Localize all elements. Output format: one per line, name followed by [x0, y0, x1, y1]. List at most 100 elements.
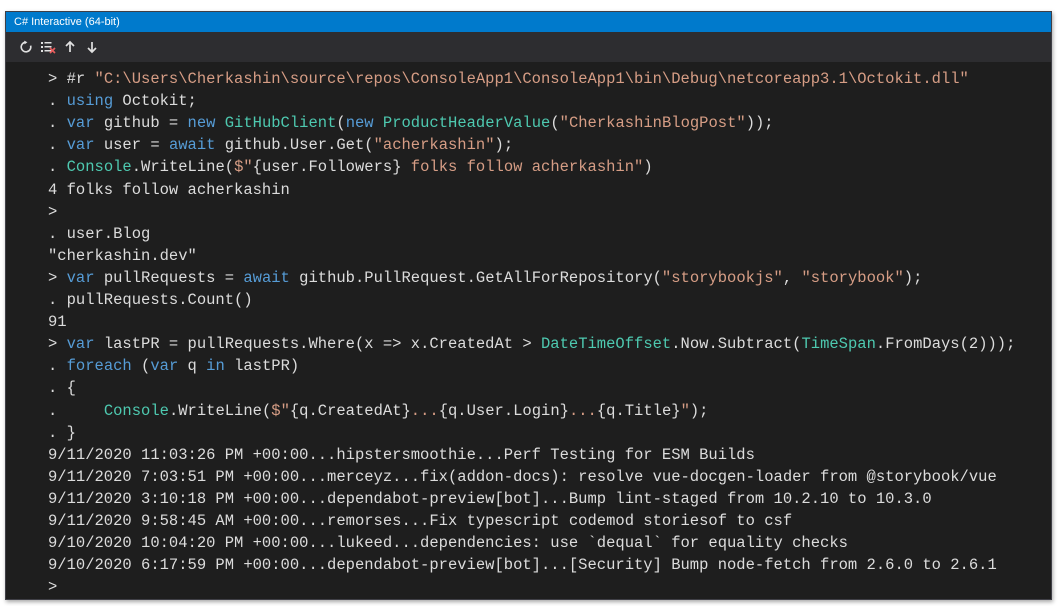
input-line: . Console.WriteLine($"{user.Followers} f… — [48, 156, 653, 178]
code-token: Console — [66, 158, 132, 177]
code-token: ); — [494, 136, 514, 155]
input-line: . using Octokit; — [48, 90, 197, 112]
code-token: . — [48, 92, 67, 111]
code-token: GitHubClient — [224, 114, 337, 133]
input-line: . var github = new GitHubClient(new Prod… — [48, 112, 774, 134]
code-token: new — [187, 114, 216, 133]
code-token: . — [48, 136, 67, 155]
code-token: 4 folks follow acherkashin — [48, 180, 290, 199]
input-line: . foreach (var q in lastPR) — [48, 355, 299, 377]
output-line: 91 — [48, 311, 67, 333]
input-line: > — [48, 201, 57, 223]
code-token: {user.Followers} — [252, 158, 402, 177]
code-token: ); — [903, 268, 923, 287]
history-up-icon[interactable] — [60, 36, 80, 58]
code-token: pullRequests = — [94, 268, 244, 287]
code-token: ) — [643, 158, 653, 177]
code-token: {q.User.Login} — [438, 401, 569, 420]
code-token: user = — [94, 136, 169, 155]
code-token: 9/10/2020 10:04:20 PM +00:00...lukeed...… — [48, 534, 848, 553]
code-token: 9/11/2020 7:03:51 PM +00:00...merceyz...… — [48, 467, 997, 486]
input-line: . } — [48, 422, 76, 444]
clear-icon[interactable] — [38, 36, 58, 58]
code-token: "acherkashin" — [373, 136, 495, 155]
output-line: 9/11/2020 11:03:26 PM +00:00...hipstersm… — [48, 444, 755, 466]
code-token: {q.CreatedAt} — [289, 401, 411, 420]
code-token: 9/11/2020 9:58:45 AM +00:00...remorses..… — [48, 512, 793, 530]
code-token: lastPR = pullRequests.Where(x => x.Creat… — [94, 335, 541, 354]
code-token: "storybookjs" — [661, 268, 783, 287]
output-line: 9/10/2020 10:04:20 PM +00:00...lukeed...… — [48, 532, 848, 554]
code-token: "cherkashin.dev" — [48, 246, 197, 265]
code-token: var — [66, 136, 95, 155]
code-token: await — [243, 268, 290, 287]
input-line: . Console.WriteLine($"{q.CreatedAt}...{q… — [48, 400, 708, 422]
output-line: 9/11/2020 3:10:18 PM +00:00...dependabot… — [48, 488, 932, 510]
code-token: .FromDays(2))); — [875, 335, 1016, 354]
code-token: " — [680, 401, 690, 420]
code-token: .WriteLine( — [168, 401, 272, 420]
code-token: $" — [234, 158, 253, 177]
code-token: ); — [689, 401, 709, 420]
code-token: var — [66, 268, 95, 287]
input-line: . pullRequests.Count() — [48, 289, 253, 311]
code-token: > — [48, 268, 67, 287]
code-token: . } — [48, 423, 76, 442]
output-line: 9/11/2020 7:03:51 PM +00:00...merceyz...… — [48, 466, 997, 488]
output-line: 4 folks follow acherkashin — [48, 179, 290, 201]
code-token: 9/11/2020 11:03:26 PM +00:00...hipstersm… — [48, 445, 755, 464]
code-token: . — [48, 114, 67, 133]
code-token: ( — [131, 357, 151, 376]
repl-editor[interactable]: > #r "C:\Users\Cherkashin\source\repos\C… — [6, 62, 1051, 599]
code-token: . — [48, 158, 67, 177]
output-line: 9/10/2020 6:17:59 PM +00:00...dependabot… — [48, 554, 997, 576]
code-token: ... — [410, 401, 439, 420]
input-line: > var pullRequests = await github.PullRe… — [48, 267, 922, 289]
code-token: await — [168, 136, 216, 155]
code-token: ( — [550, 114, 560, 133]
code-token: using — [66, 92, 114, 111]
code-token: .WriteLine( — [131, 158, 235, 177]
input-line: > #r "C:\Users\Cherkashin\source\repos\C… — [48, 68, 969, 90]
output-line: 9/11/2020 9:58:45 AM +00:00...remorses..… — [48, 510, 792, 532]
input-line: . var user = await github.User.Get("ache… — [48, 134, 513, 156]
code-token: )); — [745, 114, 774, 133]
code-token: > #r — [48, 70, 95, 88]
code-token: . { — [48, 379, 76, 398]
code-token: Octokit; — [113, 92, 197, 111]
code-token: 91 — [48, 313, 67, 332]
code-token: folks follow acherkashin" — [401, 158, 644, 177]
code-token: {q.Title} — [596, 401, 681, 420]
toolbar — [6, 32, 1051, 62]
code-token: "storybook" — [801, 268, 904, 287]
code-token: github.User.Get( — [215, 136, 374, 155]
code-token: "CherkashinBlogPost" — [559, 114, 746, 133]
reset-icon[interactable] — [16, 36, 36, 58]
code-token: ... — [568, 401, 597, 420]
code-token: , — [782, 268, 802, 287]
code-token: $" — [271, 401, 290, 420]
code-token: github = — [94, 114, 188, 133]
code-token: github.PullRequest.GetAllForRepository( — [289, 268, 662, 287]
code-token: 9/11/2020 3:10:18 PM +00:00...dependabot… — [48, 489, 932, 508]
code-token: Console — [103, 401, 169, 420]
code-token: var — [150, 357, 179, 376]
code-token: DateTimeOffset — [541, 335, 672, 354]
code-token: in — [206, 357, 225, 376]
code-token: > — [48, 202, 58, 221]
code-token: . pullRequests.Count() — [48, 291, 253, 309]
input-line: > var lastPR = pullRequests.Where(x => x… — [48, 333, 1015, 355]
input-prompt[interactable]: > — [48, 576, 57, 598]
code-token: > — [48, 578, 58, 597]
code-token: 9/10/2020 6:17:59 PM +00:00...dependabot… — [48, 556, 997, 575]
code-token: var — [66, 335, 95, 354]
input-line: . user.Blog — [48, 223, 150, 245]
history-down-icon[interactable] — [82, 36, 102, 58]
code-token: ( — [336, 114, 346, 133]
code-token: . user.Blog — [48, 224, 151, 243]
code-token: . — [48, 357, 67, 376]
code-token: ProductHeaderValue — [382, 114, 551, 133]
code-token: .Now.Subtract( — [671, 335, 802, 354]
